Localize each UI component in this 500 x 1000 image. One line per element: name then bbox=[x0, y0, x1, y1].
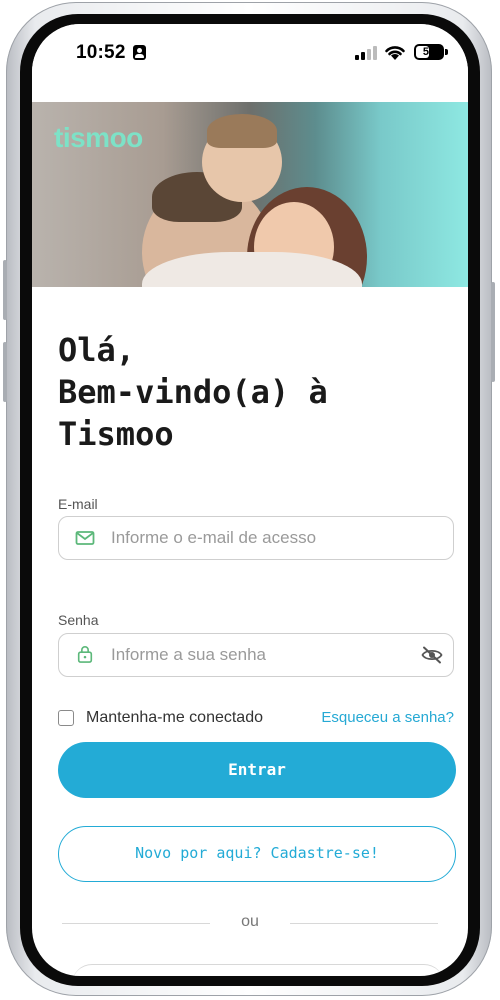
status-bar: 10:52 50 bbox=[32, 24, 468, 86]
phone-side-button bbox=[491, 282, 495, 382]
phone-bezel: 10:52 50 tismoo Olá, Bem-vindo(a) à Tism… bbox=[20, 14, 480, 986]
greeting-line: Tismoo bbox=[58, 415, 174, 453]
email-label: E-mail bbox=[58, 496, 98, 512]
app-screen: 10:52 50 tismoo Olá, Bem-vindo(a) à Tism… bbox=[32, 24, 468, 976]
phone-side-button bbox=[3, 260, 7, 320]
battery-percent: 50 bbox=[422, 46, 436, 58]
divider-line bbox=[290, 923, 438, 924]
battery-cap bbox=[445, 49, 448, 55]
wifi-icon bbox=[385, 46, 405, 60]
greeting-title: Olá, Bem-vindo(a) à Tismoo bbox=[58, 329, 328, 455]
phone-side-button bbox=[3, 342, 7, 402]
email-input[interactable] bbox=[111, 517, 411, 558]
cellular-signal-icon bbox=[355, 46, 377, 60]
login-button[interactable]: Entrar bbox=[58, 742, 456, 798]
password-label: Senha bbox=[58, 612, 99, 628]
password-input[interactable] bbox=[111, 634, 411, 675]
hero-photo bbox=[207, 114, 277, 148]
remember-me-label[interactable]: Mantenha-me conectado bbox=[86, 709, 263, 727]
lock-icon bbox=[77, 646, 93, 663]
hero-banner: tismoo bbox=[32, 102, 468, 287]
tismoo-logo: tismoo bbox=[54, 122, 143, 153]
email-field[interactable] bbox=[58, 516, 454, 560]
greeting-line: Olá, bbox=[58, 331, 136, 369]
forgot-password-link[interactable]: Esqueceu a senha? bbox=[321, 709, 454, 726]
phone-frame: 10:52 50 tismoo Olá, Bem-vindo(a) à Tism… bbox=[3, 2, 495, 996]
battery-icon: 50 bbox=[414, 44, 444, 60]
greeting-line: Bem-vindo(a) à bbox=[58, 373, 328, 411]
password-field[interactable] bbox=[58, 633, 454, 677]
person-icon bbox=[133, 45, 146, 60]
mail-icon bbox=[75, 531, 95, 545]
remember-me-checkbox[interactable] bbox=[58, 710, 74, 726]
eye-off-icon[interactable] bbox=[421, 645, 443, 665]
social-login-button[interactable] bbox=[72, 964, 444, 976]
status-time: 10:52 bbox=[76, 42, 126, 63]
divider-or: ou bbox=[241, 913, 259, 930]
signup-button[interactable]: Novo por aqui? Cadastre-se! bbox=[58, 826, 456, 882]
